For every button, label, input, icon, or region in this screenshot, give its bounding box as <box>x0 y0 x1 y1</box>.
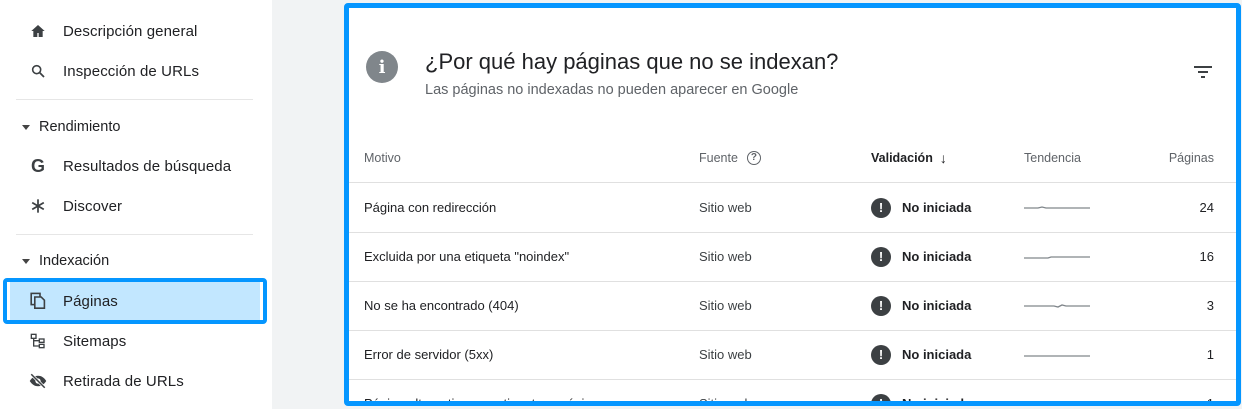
nav-item-resultados-busqueda[interactable]: G Resultados de búsqueda <box>0 146 262 186</box>
table-header: Motivo Fuente ? Validación ↓ Tendencia P… <box>349 133 1236 183</box>
asterisk-icon <box>29 197 47 215</box>
col-tendencia: Tendencia <box>1024 150 1081 165</box>
search-icon <box>29 62 47 80</box>
table-row[interactable]: No se ha encontrado (404) Sitio web ! No… <box>349 281 1236 331</box>
warning-icon: ! <box>871 246 891 267</box>
eye-off-icon <box>29 372 47 390</box>
divider <box>16 99 253 100</box>
help-icon[interactable]: ? <box>746 150 761 165</box>
warning-icon: ! <box>871 197 891 218</box>
nav-label: Inspección de URLs <box>63 62 200 80</box>
cell-paginas: 3 <box>1206 298 1214 313</box>
nav-item-sitemaps[interactable]: Sitemaps <box>0 321 262 361</box>
caret-down-icon <box>22 125 30 130</box>
sidebar: Descripción general Inspección de URLs R… <box>0 0 272 409</box>
cell-fuente: Sitio web <box>699 298 752 313</box>
arrow-down-icon: ↓ <box>939 149 947 166</box>
trend-sparkline <box>1024 281 1090 330</box>
cell-validacion: ! No iniciada <box>871 183 971 232</box>
cell-motivo: Error de servidor (5xx) <box>364 347 494 362</box>
cell-motivo: Página alternativa con etiqueta canónica <box>364 396 599 406</box>
nav-label: Retirada de URLs <box>63 372 184 390</box>
nav-item-inspeccion-urls[interactable]: Inspección de URLs <box>0 51 262 91</box>
trend-sparkline <box>1024 232 1090 281</box>
section-rendimiento[interactable]: Rendimiento <box>22 115 120 139</box>
table-row[interactable]: Error de servidor (5xx) Sitio web ! No i… <box>349 330 1236 380</box>
table-row[interactable]: Página con redirección Sitio web ! No in… <box>349 183 1236 233</box>
cell-motivo: Página con redirección <box>364 200 497 215</box>
pages-icon <box>29 292 47 310</box>
google-g-icon: G <box>30 155 45 176</box>
section-indexacion[interactable]: Indexación <box>22 249 109 273</box>
info-icon: i <box>366 51 398 83</box>
trend-sparkline <box>1024 330 1090 379</box>
sitemap-icon <box>29 332 47 350</box>
trend-sparkline <box>1024 183 1090 232</box>
table-row[interactable]: Página alternativa con etiqueta canónica… <box>349 379 1236 406</box>
nav-item-retirada-urls[interactable]: Retirada de URLs <box>0 361 262 401</box>
col-fuente[interactable]: Fuente ? <box>699 133 761 182</box>
cell-motivo: Excluida por una etiqueta "noindex" <box>364 249 570 264</box>
warning-icon: ! <box>871 344 891 365</box>
cell-fuente: Sitio web <box>699 200 752 215</box>
col-validacion[interactable]: Validación ↓ <box>871 133 947 182</box>
cell-validacion: ! No iniciada <box>871 379 971 401</box>
caret-down-icon <box>22 259 30 264</box>
cell-fuente: Sitio web <box>699 396 752 406</box>
cell-motivo: No se ha encontrado (404) <box>364 298 519 313</box>
col-paginas[interactable]: Páginas <box>1169 133 1214 182</box>
cell-paginas: 16 <box>1199 249 1214 264</box>
card-subtitle: Las páginas no indexadas no pueden apare… <box>425 82 799 98</box>
col-motivo[interactable]: Motivo <box>364 133 401 182</box>
nav-label: Discover <box>63 197 123 215</box>
divider <box>16 234 253 235</box>
cell-fuente: Sitio web <box>699 249 752 264</box>
card-title: ¿Por qué hay páginas que no se indexan? <box>425 49 839 74</box>
nav-item-paginas[interactable]: Páginas <box>10 281 260 321</box>
warning-icon: ! <box>871 393 891 401</box>
cell-fuente: Sitio web <box>699 347 752 362</box>
nav-label: Descripción general <box>63 22 198 40</box>
nav-label: Páginas <box>63 292 118 310</box>
nav-item-descripcion-general[interactable]: Descripción general <box>0 11 262 51</box>
nav-label: Sitemaps <box>63 332 127 350</box>
section-label: Rendimiento <box>39 119 121 135</box>
trend-sparkline <box>1024 379 1090 401</box>
cell-validacion: ! No iniciada <box>871 281 971 330</box>
cell-validacion: ! No iniciada <box>871 232 971 281</box>
nav-item-discover[interactable]: Discover <box>0 186 262 226</box>
cell-paginas: 1 <box>1206 396 1214 406</box>
cell-validacion: ! No iniciada <box>871 330 971 379</box>
nav-label: Resultados de búsqueda <box>63 157 232 175</box>
not-indexed-card: i ¿Por qué hay páginas que no se indexan… <box>344 3 1241 406</box>
cell-paginas: 1 <box>1206 347 1214 362</box>
table-row[interactable]: Excluida por una etiqueta "noindex" Siti… <box>349 232 1236 282</box>
warning-icon: ! <box>871 295 891 316</box>
filter-icon[interactable] <box>1192 64 1214 80</box>
cell-paginas: 24 <box>1199 200 1214 215</box>
home-icon <box>29 22 47 40</box>
section-label: Indexación <box>39 253 110 269</box>
